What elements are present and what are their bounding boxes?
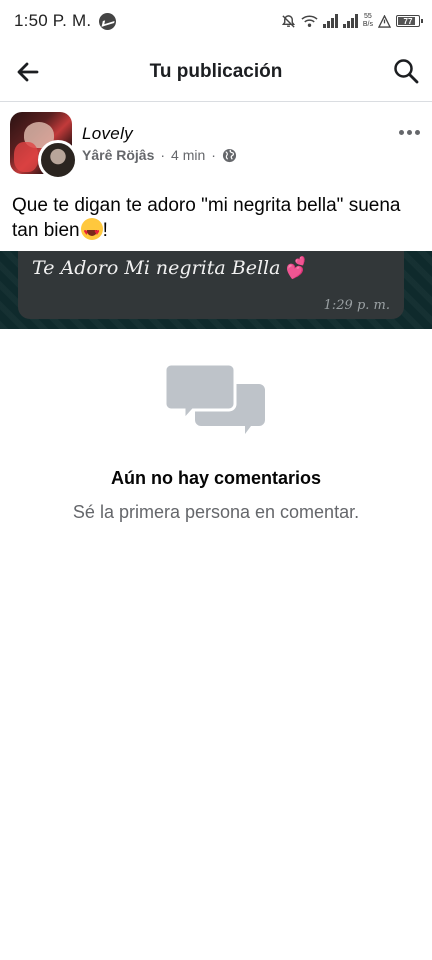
wifi-icon — [301, 15, 318, 27]
search-button[interactable] — [392, 57, 420, 85]
meta-separator: · — [211, 147, 216, 163]
page-title: Tu publicación — [149, 60, 283, 82]
empty-comments-title: Aún no hay comentarios — [110, 468, 322, 488]
dot-icon — [415, 130, 420, 135]
signal-icon — [322, 14, 338, 28]
back-button[interactable] — [14, 58, 42, 86]
net-speed: 55 B/s — [363, 13, 373, 29]
more-options-button[interactable] — [399, 130, 420, 135]
arrow-left-icon — [17, 62, 39, 82]
dot-icon — [399, 130, 404, 135]
heart-eyes-emoji — [80, 218, 103, 245]
empty-comments-subtitle: Sé la primera persona en comentar. — [72, 502, 360, 522]
chat-message: Te Adoro Mi negrita Bella 💕 — [32, 255, 312, 282]
app-header: Tu publicación — [0, 42, 432, 102]
post-meta: Yârê Röjâs · 4 min · — [82, 147, 237, 163]
comments-icon — [163, 362, 265, 434]
chat-message-text: Te Adoro Mi negrita Bella — [32, 257, 281, 279]
mute-icon — [281, 14, 295, 28]
group-name[interactable]: Lovely — [82, 124, 133, 144]
meta-separator: · — [160, 147, 166, 163]
signal-icon — [342, 14, 358, 28]
status-icons: 55 B/s 77 — [281, 13, 423, 29]
post-text-body: Que te digan te adoro "mi negrita bella"… — [12, 195, 401, 241]
chat-bubble: Te Adoro Mi negrita Bella 💕 1:29 p. m. — [18, 251, 404, 319]
net-speed-unit: B/s — [362, 21, 373, 28]
post-header: Lovely Yârê Röjâs · 4 min · — [0, 110, 432, 180]
battery-icon: 77 — [396, 15, 423, 27]
alert-icon — [378, 14, 391, 28]
status-time: 1:50 P. M. — [14, 11, 92, 30]
comments-empty-state: Aún no hay comentarios Sé la primera per… — [0, 362, 432, 523]
chat-message-time: 1:29 p. m. — [323, 298, 390, 313]
post-image[interactable]: Te Adoro Mi negrita Bella 💕 1:29 p. m. — [0, 251, 432, 329]
post-text-suffix: ! — [102, 220, 108, 241]
status-bar: 1:50 P. M. 55 B/s 77 — [0, 0, 432, 42]
two-hearts-emoji: 💕 — [284, 255, 312, 282]
globe-icon[interactable] — [222, 148, 237, 163]
dot-icon — [407, 130, 412, 135]
post-text: Que te digan te adoro "mi negrita bella"… — [12, 193, 424, 245]
messenger-icon — [99, 12, 117, 30]
author-name[interactable]: Yârê Röjâs — [82, 147, 154, 163]
search-icon — [394, 59, 419, 84]
battery-level: 77 — [403, 16, 413, 26]
author-avatar[interactable] — [38, 140, 78, 180]
post-time[interactable]: 4 min — [171, 147, 205, 163]
net-speed-value: 55 — [364, 13, 372, 20]
